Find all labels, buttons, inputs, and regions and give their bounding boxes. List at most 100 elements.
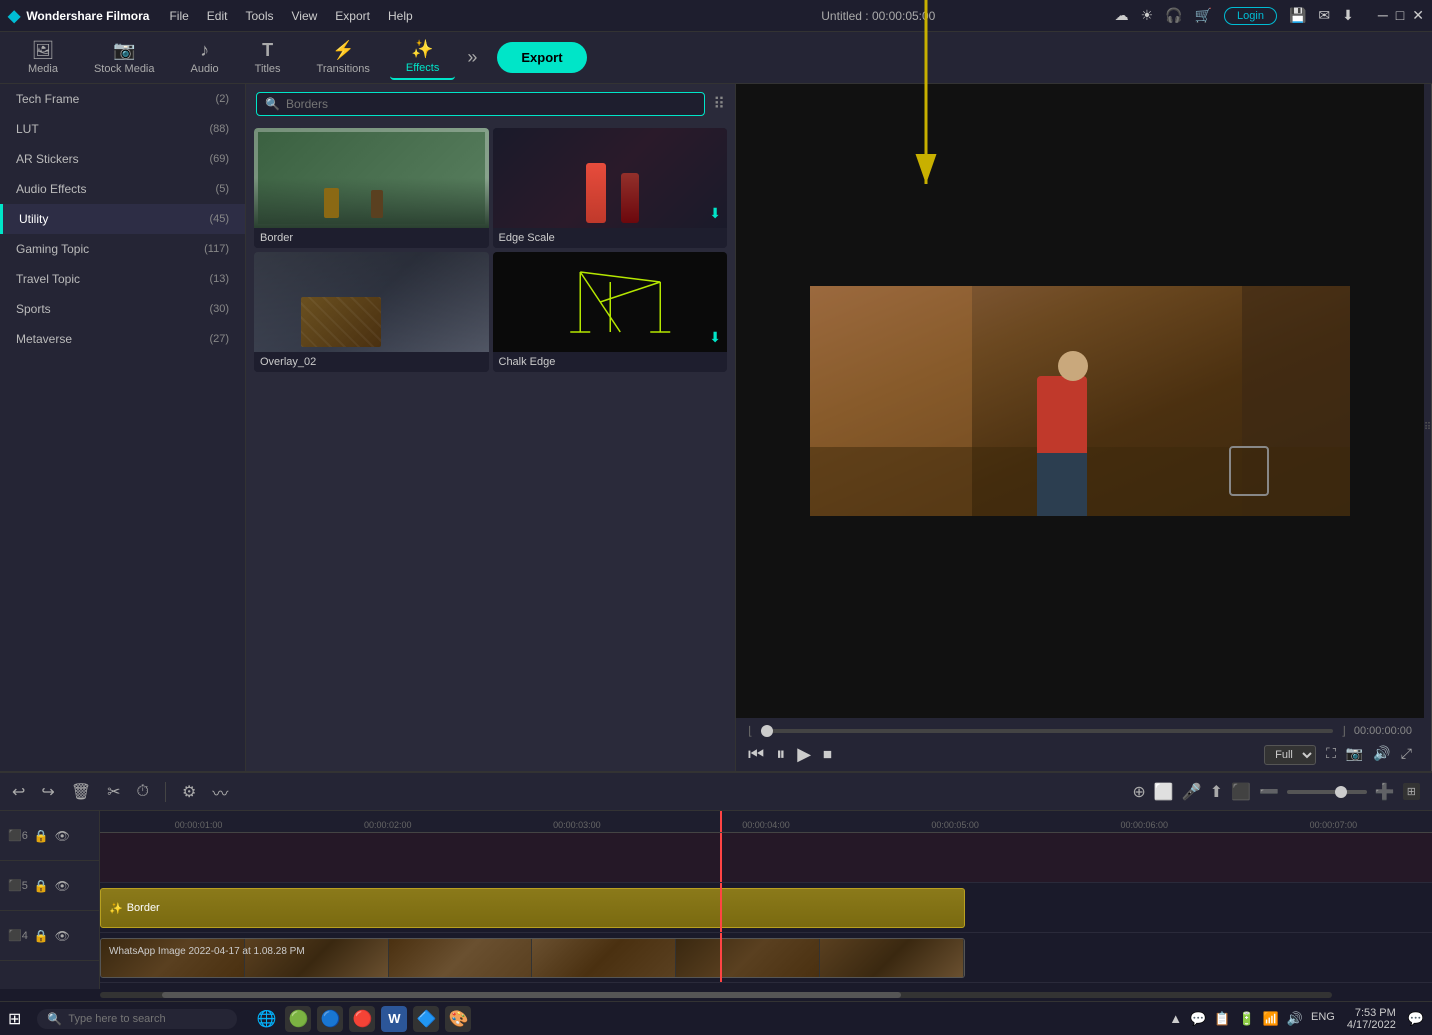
effect-border[interactable]: Border [254,128,489,248]
taskbar-app-word[interactable]: W [381,1006,407,1032]
minimize-button[interactable]: ─ [1378,7,1388,24]
taskbar-search[interactable]: 🔍 [37,1009,237,1029]
timeline-scrollbar[interactable] [0,989,1432,1001]
scrub-bar[interactable] [761,729,1334,733]
menu-file[interactable]: File [169,9,188,23]
pip-icon[interactable]: ⬛ [1231,782,1251,802]
timeline-tracks-right[interactable]: 00:00:01:00 00:00:02:00 00:00:03:00 00:0… [100,811,1432,989]
maximize-button[interactable]: □ [1396,7,1404,24]
menu-tools[interactable]: Tools [245,9,273,23]
sidebar-item-audio-effects[interactable]: Audio Effects (5) [0,174,245,204]
tray-message-icon[interactable]: 💬 [1190,1011,1206,1027]
stop-button[interactable]: ⏹ [823,744,832,765]
cart-icon[interactable]: 🛒 [1195,7,1212,24]
headset-icon[interactable]: 🎧 [1165,7,1182,24]
taskbar-app-blue[interactable]: 🔷 [413,1006,439,1032]
expand-icon[interactable]: ⤢ [1401,745,1412,765]
scrollbar-thumb[interactable] [162,992,901,998]
panel-resize-handle[interactable]: ⠿ [1424,84,1432,771]
chalk-edge-download-icon[interactable]: ⬇ [709,329,721,346]
menu-edit[interactable]: Edit [207,9,228,23]
taskbar-app-edge[interactable]: 🌐 [253,1006,279,1032]
toolbar-transitions[interactable]: ⚡ Transitions [301,36,386,79]
adjust-button[interactable]: ⚙ [182,782,196,802]
delete-button[interactable]: 🗑 [71,782,91,802]
tray-clipboard-icon[interactable]: 📋 [1214,1011,1230,1027]
sidebar-item-metaverse[interactable]: Metaverse (27) [0,324,245,354]
effect-chalk-edge[interactable]: ⬇ Chalk Edge [493,252,728,372]
sidebar-item-gaming-topic[interactable]: Gaming Topic (117) [0,234,245,264]
play-button[interactable]: ▶ [797,744,811,765]
track5-eye-icon[interactable]: 👁 [55,879,70,893]
mail-icon[interactable]: ✉ [1318,7,1330,24]
effect-edge-scale[interactable]: ⬇ Edge Scale [493,128,728,248]
zoom-in-area-icon[interactable]: ⊕ [1132,782,1145,802]
sidebar-item-travel-topic[interactable]: Travel Topic (13) [0,264,245,294]
edge-scale-download-icon[interactable]: ⬇ [709,205,721,222]
taskbar-app-opera[interactable]: 🔴 [349,1006,375,1032]
fit-icon[interactable]: ⊞ [1403,783,1420,800]
menu-help[interactable]: Help [388,9,413,23]
tray-wifi-icon[interactable]: 📶 [1263,1011,1279,1027]
notification-icon[interactable]: 💬 [1408,1011,1424,1027]
search-input[interactable] [286,97,696,111]
sidebar-item-utility[interactable]: Utility (45) [0,204,245,234]
volume-icon[interactable]: 🔊 [1373,745,1390,765]
zoom-out-button[interactable]: ➖ [1259,782,1279,802]
cut-button[interactable]: ✂ [107,782,120,802]
track6-eye-icon[interactable]: 👁 [55,829,70,843]
sun-icon[interactable]: ☀ [1141,7,1154,24]
menu-view[interactable]: View [292,9,318,23]
track4-lock-icon[interactable]: 🔒 [34,929,49,943]
search-input-wrap[interactable]: 🔍 [256,92,705,116]
effect-overlay02[interactable]: Overlay_02 [254,252,489,372]
fullscreen-icon[interactable]: ⛶ [1326,745,1336,765]
sidebar-item-tech-frame[interactable]: Tech Frame (2) [0,84,245,114]
start-button[interactable]: ⊞ [8,1009,21,1029]
zoom-in-button[interactable]: ➕ [1375,782,1395,802]
toolbar-effects[interactable]: ✨ Effects [390,35,455,80]
crop-icon[interactable]: ⬜ [1154,782,1174,802]
video-clip[interactable]: WhatsApp Image 2022-04-17 at 1.08.28 PM [100,938,965,978]
quality-select[interactable]: Full 1/2 1/4 [1264,745,1316,765]
sidebar-item-lut[interactable]: LUT (88) [0,114,245,144]
effect-clip[interactable]: ✨ Border [100,888,965,928]
taskbar-search-input[interactable] [68,1013,218,1025]
tray-battery-icon[interactable]: 🔋 [1238,1011,1254,1027]
pause-button[interactable]: ⏸ [776,744,785,765]
zoom-bar[interactable] [1287,790,1367,794]
toolbar-expand-icon[interactable]: » [467,47,477,68]
toolbar-media[interactable]: 🖼 Media [12,36,74,79]
timer-button[interactable]: ⏱ [137,783,149,801]
tray-up-arrow[interactable]: ▲ [1169,1011,1182,1027]
sidebar-item-ar-stickers[interactable]: AR Stickers (69) [0,144,245,174]
menu-export[interactable]: Export [335,9,370,23]
track4-eye-icon[interactable]: 👁 [55,929,70,943]
cloud-icon[interactable]: ☁ [1115,7,1129,24]
grid-view-icon[interactable]: ⠿ [713,94,725,114]
login-button[interactable]: Login [1224,7,1277,25]
toolbar-stock-media[interactable]: 📷 Stock Media [78,36,171,79]
track6-lock-icon[interactable]: 🔒 [34,829,49,843]
toolbar-audio[interactable]: ♪ Audio [175,36,235,79]
audio-waves-button[interactable]: 〰 [212,780,228,804]
track-add-icon[interactable]: ⬆ [1210,782,1223,802]
scrub-handle[interactable] [761,725,773,737]
taskbar-app-paint[interactable]: 🎨 [445,1006,471,1032]
close-button[interactable]: ✕ [1412,7,1424,24]
save-icon[interactable]: 💾 [1289,7,1306,24]
mic-icon[interactable]: 🎤 [1182,782,1202,802]
snapshot-icon[interactable]: 📷 [1346,745,1363,765]
undo-button[interactable]: ↩ [12,782,25,802]
tray-volume-icon[interactable]: 🔊 [1287,1011,1303,1027]
step-back-button[interactable]: ⏮ [748,744,764,765]
taskbar-app-edge2[interactable]: 🔵 [317,1006,343,1032]
export-button[interactable]: Export [497,42,586,73]
download-icon[interactable]: ⬇ [1342,7,1354,24]
redo-button[interactable]: ↪ [41,782,54,802]
toolbar-titles[interactable]: T Titles [239,36,297,79]
sidebar-item-sports[interactable]: Sports (30) [0,294,245,324]
track5-lock-icon[interactable]: 🔒 [34,879,49,893]
taskbar-app-chrome[interactable]: 🟢 [285,1006,311,1032]
zoom-handle[interactable] [1335,786,1347,798]
